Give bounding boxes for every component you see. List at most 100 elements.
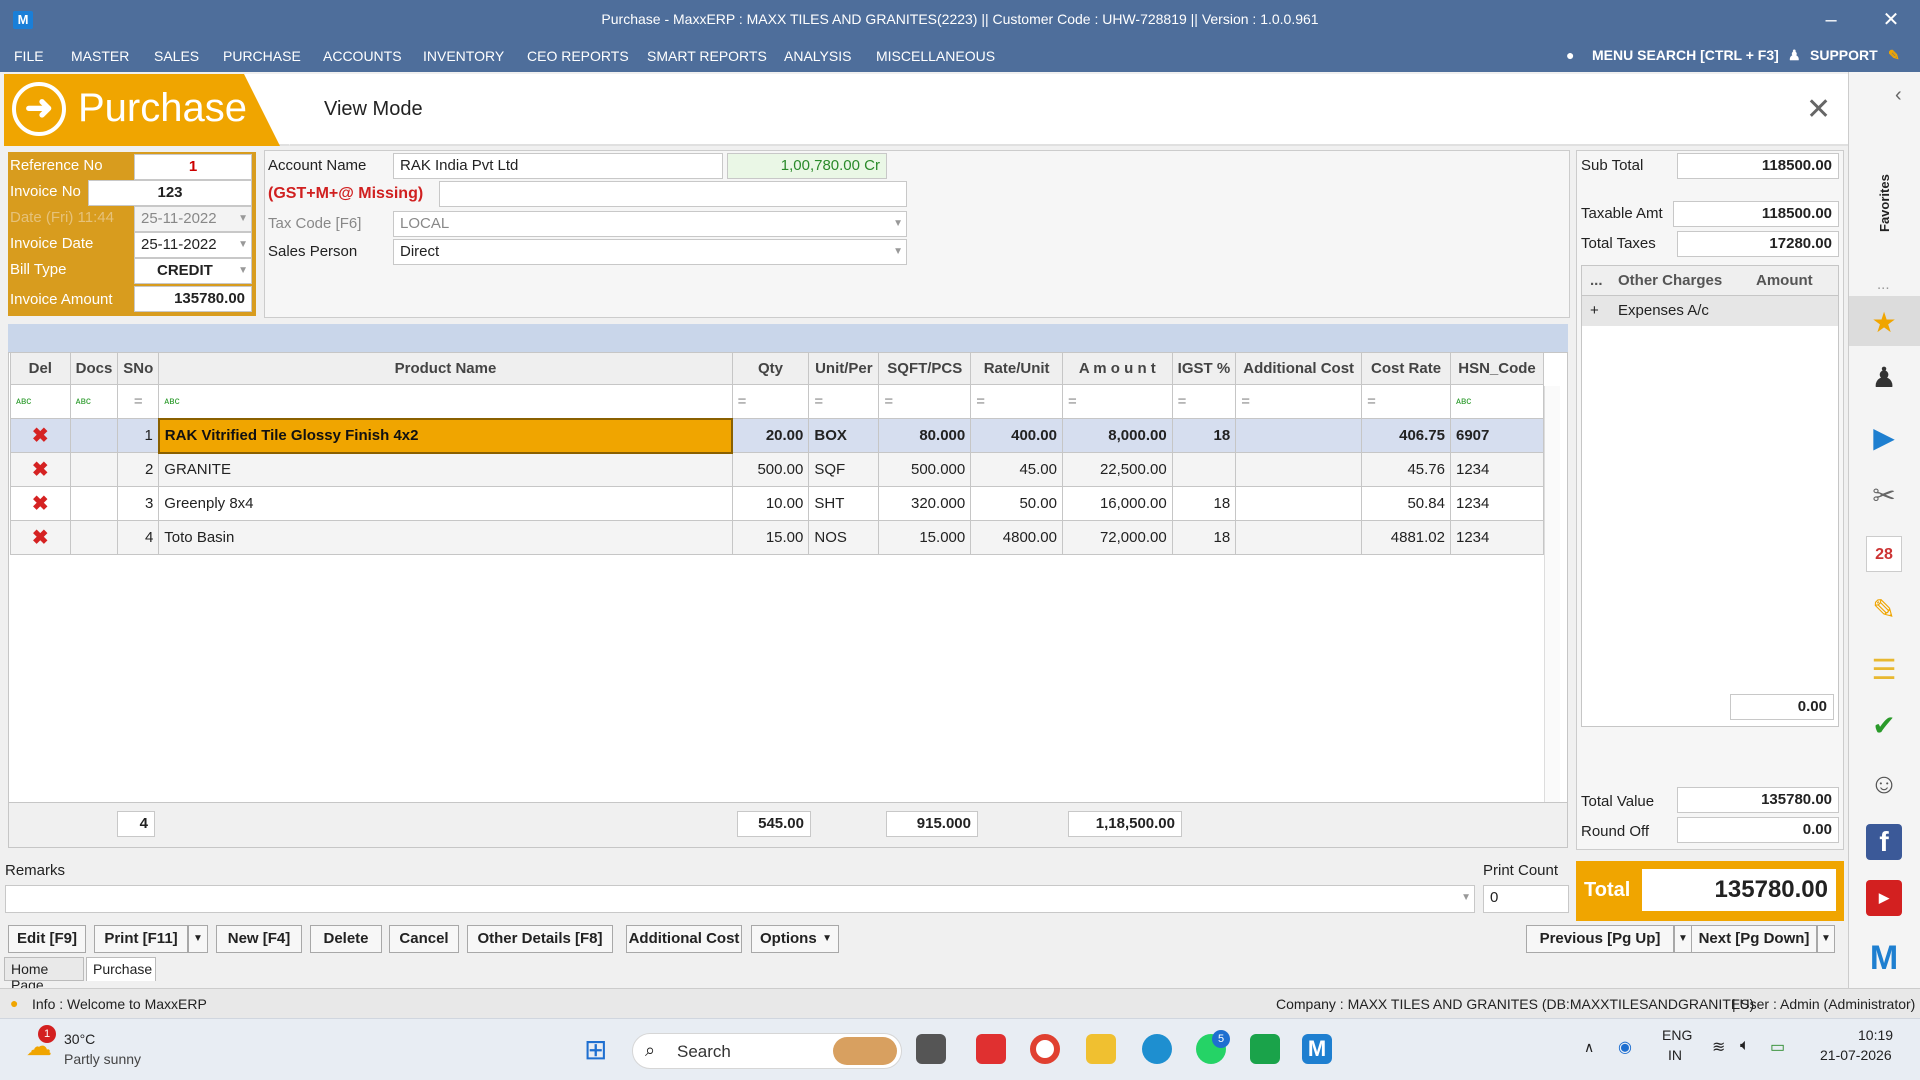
- docs-cell[interactable]: [69, 418, 119, 453]
- clock-time[interactable]: 10:19: [1858, 1027, 1893, 1043]
- print-dropdown-icon[interactable]: ▼: [188, 925, 208, 953]
- menu-smart-reports[interactable]: SMART REPORTS: [647, 48, 767, 64]
- account-name-field[interactable]: RAK India Pvt Ltd: [393, 153, 723, 179]
- col-unit[interactable]: Unit/Per: [808, 352, 880, 385]
- filter-equals-icon[interactable]: =: [878, 384, 972, 419]
- calendar-icon[interactable]: 28: [1866, 536, 1902, 572]
- anydesk-icon[interactable]: [976, 1034, 1006, 1064]
- sqft-cell[interactable]: 80.000: [878, 418, 972, 453]
- bill-type-select[interactable]: CREDIT ▼: [134, 258, 252, 284]
- additional-cost-cell[interactable]: [1235, 452, 1363, 487]
- menu-sales[interactable]: SALES: [154, 48, 199, 64]
- delete-row-icon[interactable]: ✖: [10, 452, 71, 487]
- menu-inventory[interactable]: INVENTORY: [423, 48, 504, 64]
- language-ind-2[interactable]: IN: [1668, 1047, 1682, 1063]
- file-explorer-icon[interactable]: [1086, 1034, 1116, 1064]
- qty-cell[interactable]: 15.00: [731, 520, 810, 555]
- other-charges-row[interactable]: + Expenses A/c: [1582, 296, 1838, 326]
- menu-miscellaneous[interactable]: MISCELLANEOUS: [876, 48, 995, 64]
- contacts-icon[interactable]: ☺: [1866, 766, 1902, 802]
- sqft-cell[interactable]: 500.000: [878, 452, 972, 487]
- hsn-cell[interactable]: 1234: [1450, 486, 1544, 521]
- filter-icon[interactable]: ᴀʙᴄ: [1450, 384, 1544, 419]
- filter-equals-icon[interactable]: =: [1361, 384, 1451, 419]
- language-ind-1[interactable]: ENG: [1662, 1027, 1692, 1043]
- notes-icon[interactable]: ☰: [1866, 652, 1902, 688]
- grid-scrollbar[interactable]: [1544, 386, 1560, 802]
- minimize-button[interactable]: –: [1816, 6, 1846, 34]
- edge-icon[interactable]: [1142, 1034, 1172, 1064]
- col-sqft[interactable]: SQFT/PCS: [878, 352, 972, 385]
- maxxerp-taskbar-icon[interactable]: M: [1302, 1034, 1332, 1064]
- product-cell[interactable]: RAK Vitrified Tile Glossy Finish 4x2: [157, 417, 734, 454]
- igst-cell[interactable]: 18: [1171, 486, 1237, 521]
- clock-date[interactable]: 21-07-2026: [1820, 1047, 1892, 1063]
- other-charges-menu[interactable]: ...: [1590, 272, 1603, 289]
- print-count-field[interactable]: 0: [1483, 885, 1569, 913]
- docs-cell[interactable]: [69, 452, 119, 487]
- youtube-icon[interactable]: ▶: [1866, 880, 1902, 916]
- filter-equals-icon[interactable]: =: [1235, 384, 1363, 419]
- tab-home-page[interactable]: Home Page: [4, 957, 84, 993]
- weather-desc[interactable]: Partly sunny: [64, 1051, 141, 1067]
- col-amount[interactable]: A m o u n t: [1062, 352, 1173, 385]
- green-app-icon[interactable]: [1250, 1034, 1280, 1064]
- table-row[interactable]: ✖ 2 GRANITE 500.00 SQF 500.000 45.00 22,…: [10, 452, 1544, 487]
- filter-equals-icon[interactable]: =: [1062, 384, 1173, 419]
- hsn-cell[interactable]: 1234: [1450, 452, 1544, 487]
- docs-cell[interactable]: [69, 486, 119, 521]
- rate-cell[interactable]: 45.00: [970, 452, 1063, 487]
- table-row[interactable]: ✖ 1 RAK Vitrified Tile Glossy Finish 4x2…: [10, 417, 1544, 454]
- invoice-amount-field[interactable]: 135780.00: [134, 286, 252, 312]
- sales-person-select[interactable]: Direct ▼: [393, 239, 907, 265]
- delete-row-icon[interactable]: ✖: [10, 486, 71, 521]
- invoice-date-field[interactable]: 25-11-2022 ▼: [134, 232, 252, 258]
- next-dropdown-icon[interactable]: ▼: [1817, 925, 1835, 953]
- chevron-up-icon[interactable]: ∧: [1584, 1039, 1594, 1056]
- igst-cell[interactable]: 18: [1171, 520, 1237, 555]
- facebook-icon[interactable]: f: [1866, 824, 1902, 860]
- security-icon[interactable]: ◉: [1618, 1037, 1632, 1057]
- star-icon[interactable]: ★: [1866, 305, 1902, 341]
- menu-accounts[interactable]: ACCOUNTS: [323, 48, 402, 64]
- tab-purchase[interactable]: Purchase: [86, 957, 156, 981]
- cancel-button[interactable]: Cancel: [389, 925, 459, 953]
- col-hsn[interactable]: HSN_Code: [1450, 352, 1544, 385]
- col-sno[interactable]: SNo: [117, 352, 160, 385]
- menu-purchase[interactable]: PURCHASE: [223, 48, 301, 64]
- additional-cost-cell[interactable]: [1235, 418, 1363, 453]
- unit-cell[interactable]: NOS: [808, 520, 880, 555]
- reference-no-field[interactable]: 1: [134, 154, 252, 180]
- product-cell[interactable]: Toto Basin: [158, 520, 733, 555]
- filter-icon[interactable]: ᴀʙᴄ: [158, 384, 733, 419]
- volume-icon[interactable]: 🔈︎: [1740, 1037, 1750, 1055]
- col-cost-rate[interactable]: Cost Rate: [1361, 352, 1451, 385]
- table-row[interactable]: ✖ 4 Toto Basin 15.00 NOS 15.000 4800.00 …: [10, 520, 1544, 555]
- sqft-cell[interactable]: 15.000: [878, 520, 972, 555]
- expand-icon[interactable]: +: [1590, 302, 1599, 319]
- col-product-name[interactable]: Product Name: [158, 352, 733, 385]
- filter-equals-icon[interactable]: =: [1171, 384, 1237, 419]
- invoice-no-field[interactable]: 123: [88, 180, 252, 206]
- igst-cell[interactable]: [1171, 452, 1237, 487]
- filter-equals-icon[interactable]: =: [970, 384, 1063, 419]
- col-del[interactable]: Del: [10, 352, 71, 385]
- edit-button[interactable]: Edit [F9]: [8, 925, 86, 953]
- igst-cell[interactable]: 18: [1171, 418, 1237, 453]
- delete-button[interactable]: Delete: [310, 925, 382, 953]
- menu-master[interactable]: MASTER: [71, 48, 129, 64]
- support-link[interactable]: SUPPORT: [1810, 47, 1878, 63]
- chrome-icon[interactable]: [1030, 1034, 1060, 1064]
- filter-icon[interactable]: ᴀʙᴄ: [10, 384, 71, 419]
- sidebar-more[interactable]: ...: [1877, 276, 1890, 293]
- other-details-button[interactable]: Other Details [F8]: [467, 925, 613, 953]
- hsn-cell[interactable]: 6907: [1450, 418, 1544, 453]
- collapse-sidebar-icon[interactable]: ‹: [1895, 84, 1902, 107]
- col-additional-cost[interactable]: Additional Cost: [1235, 352, 1363, 385]
- weather-temp[interactable]: 30°C: [64, 1031, 95, 1047]
- previous-button[interactable]: Previous [Pg Up]: [1526, 925, 1674, 953]
- options-button[interactable]: Options ▼: [751, 925, 839, 953]
- col-docs[interactable]: Docs: [69, 352, 119, 385]
- menu-ceo-reports[interactable]: CEO REPORTS: [527, 48, 629, 64]
- clipboard-icon[interactable]: ✔: [1866, 708, 1902, 744]
